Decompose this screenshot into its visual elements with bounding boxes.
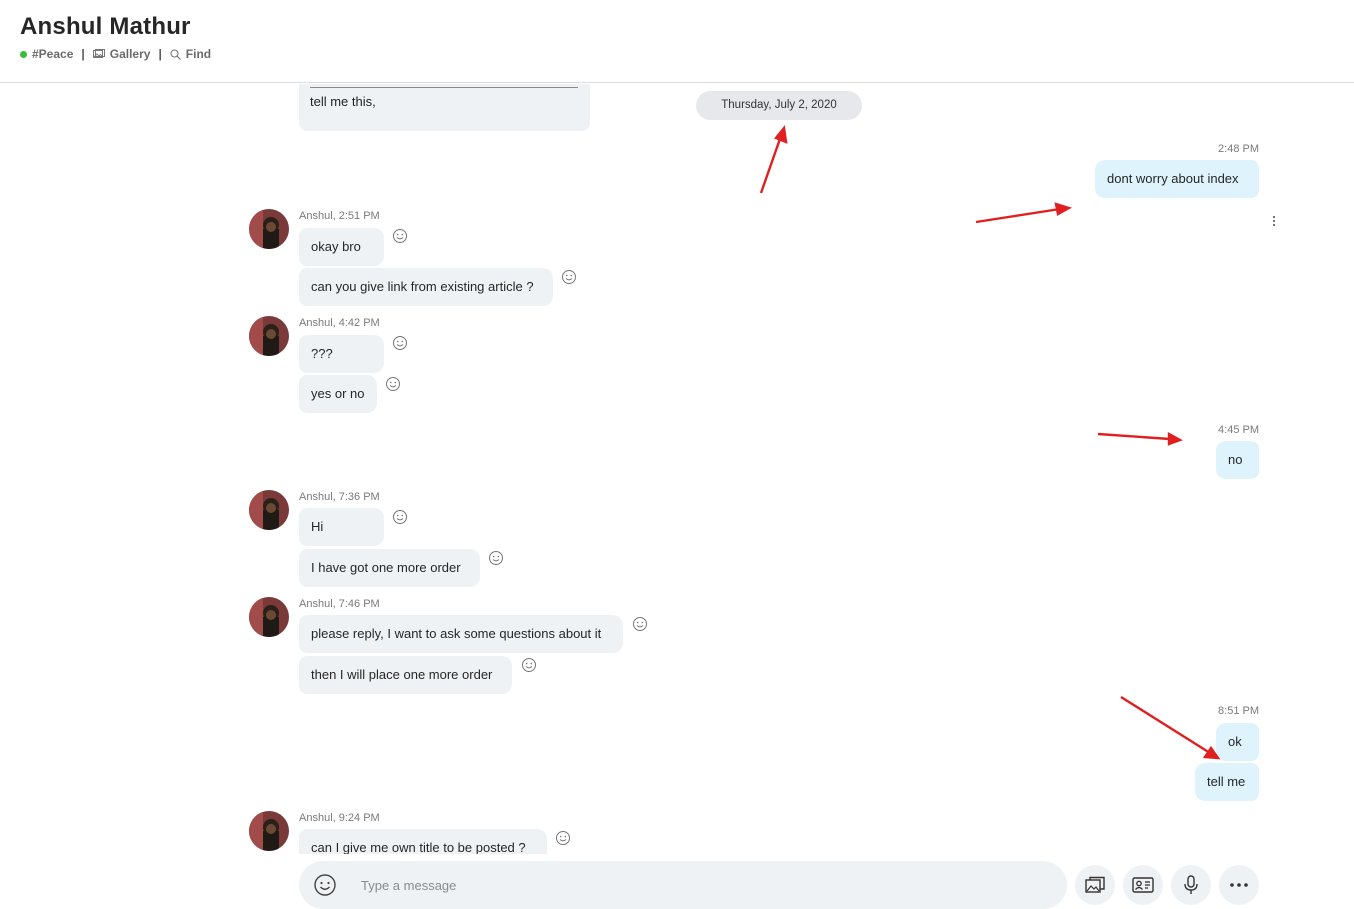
find-label: Find — [185, 47, 212, 61]
smiley-icon[interactable] — [488, 550, 504, 566]
search-icon — [170, 48, 181, 60]
smiley-icon[interactable] — [392, 228, 408, 244]
separator: | — [81, 47, 85, 61]
smiley-icon[interactable] — [561, 269, 577, 285]
date-divider: Thursday, July 2, 2020 — [696, 91, 862, 120]
find-link[interactable]: Find — [170, 47, 211, 61]
incoming-message[interactable]: then I will place one more order — [299, 656, 512, 694]
more-dots-icon — [1230, 883, 1248, 887]
avatar-image — [249, 811, 289, 851]
message-meta: Anshul, 4:42 PM — [299, 317, 380, 329]
avatar[interactable] — [249, 597, 289, 637]
smiley-icon[interactable] — [385, 376, 401, 392]
smiley-icon[interactable] — [555, 830, 571, 846]
separator: | — [158, 47, 162, 61]
header-subnav: #Peace | Gallery | Find — [20, 47, 211, 61]
message-meta: Anshul, 7:46 PM — [299, 598, 380, 610]
gallery-icon — [92, 49, 105, 58]
message-meta: Anshul, 7:36 PM — [299, 491, 380, 503]
emoji-icon[interactable] — [313, 873, 337, 897]
message-meta: Anshul, 9:24 PM — [299, 812, 380, 824]
incoming-message[interactable]: can I give me own title to be posted ? — [299, 829, 547, 854]
media-gallery-button[interactable] — [1075, 865, 1115, 905]
gallery-link[interactable]: Gallery — [92, 47, 151, 61]
annotation-arrow — [759, 125, 788, 194]
voice-message-button[interactable] — [1171, 865, 1211, 905]
incoming-message[interactable]: Hi — [299, 508, 384, 546]
smiley-icon[interactable] — [521, 657, 537, 673]
incoming-message[interactable]: ??? — [299, 335, 384, 373]
avatar[interactable] — [249, 316, 289, 356]
mood-status-label: #Peace — [32, 47, 74, 61]
annotation-arrow — [975, 202, 1073, 224]
kebab-icon[interactable] — [1268, 214, 1280, 228]
mood-status[interactable]: #Peace — [20, 47, 73, 61]
message-timestamp: 8:51 PM — [1218, 705, 1259, 717]
incoming-message[interactable]: please reply, I want to ask some questio… — [299, 615, 623, 653]
contact-card-icon — [1132, 877, 1154, 893]
incoming-message[interactable]: I have got one more order — [299, 549, 480, 587]
quote-divider — [310, 87, 578, 88]
media-gallery-icon — [1085, 876, 1105, 893]
incoming-message[interactable]: okay bro — [299, 228, 384, 266]
avatar[interactable] — [249, 811, 289, 851]
outgoing-message[interactable]: dont worry about index — [1095, 160, 1259, 198]
avatar[interactable] — [249, 209, 289, 249]
message-list[interactable]: tell me this, Thursday, July 2, 2020 2:4… — [0, 84, 1354, 854]
share-contact-button[interactable] — [1123, 865, 1163, 905]
smiley-icon[interactable] — [392, 335, 408, 351]
outgoing-message[interactable]: tell me — [1195, 763, 1259, 801]
contact-name[interactable]: Anshul Mathur — [20, 13, 191, 41]
smiley-icon[interactable] — [392, 509, 408, 525]
chat-header: Anshul Mathur #Peace | Gallery | Find — [0, 0, 1354, 83]
annotation-arrows — [759, 125, 1221, 760]
avatar-image — [249, 316, 289, 356]
avatar-image — [249, 597, 289, 637]
smiley-icon[interactable] — [632, 616, 648, 632]
message-input[interactable] — [361, 873, 1041, 897]
previous-message-text: tell me this, — [310, 94, 376, 109]
more-actions-button[interactable] — [1219, 865, 1259, 905]
avatar-image — [249, 209, 289, 249]
avatar-image — [249, 490, 289, 530]
avatar[interactable] — [249, 490, 289, 530]
outgoing-message[interactable]: no — [1216, 441, 1259, 479]
gallery-label: Gallery — [109, 47, 151, 61]
message-composer — [299, 861, 1067, 909]
microphone-icon — [1184, 875, 1198, 894]
message-timestamp: 4:45 PM — [1218, 424, 1259, 436]
previous-message-bubble[interactable]: tell me this, — [299, 84, 590, 131]
outgoing-message[interactable]: ok — [1216, 723, 1259, 761]
online-dot-icon — [20, 50, 27, 58]
message-timestamp: 2:48 PM — [1218, 143, 1259, 155]
incoming-message[interactable]: can you give link from existing article … — [299, 268, 553, 306]
message-meta: Anshul, 2:51 PM — [299, 210, 380, 222]
incoming-message[interactable]: yes or no — [299, 375, 377, 413]
